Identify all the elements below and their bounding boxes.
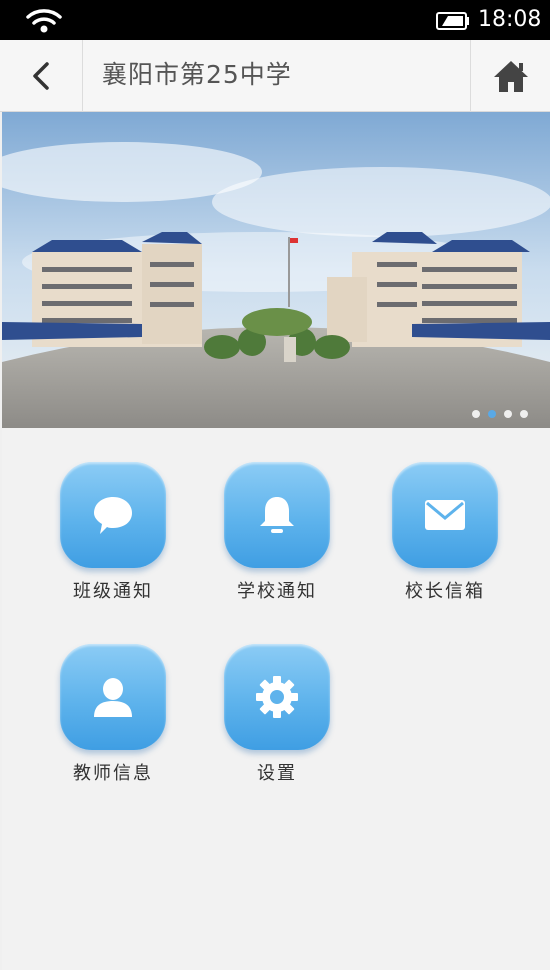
menu-item-teacher-info[interactable]: 教师信息: [43, 644, 183, 786]
menu-item-principal-mailbox[interactable]: 校长信箱: [375, 462, 515, 604]
menu-label: 学校通知: [237, 581, 317, 602]
carousel-dot[interactable]: [472, 410, 480, 418]
menu-label: 校长信箱: [405, 581, 485, 602]
home-button[interactable]: [470, 40, 550, 112]
bell-icon: [260, 497, 294, 533]
menu-icon-tile[interactable]: [224, 462, 330, 568]
carousel-dot[interactable]: [520, 410, 528, 418]
home-icon: [493, 61, 528, 92]
chevron-left-icon: [33, 62, 49, 90]
carousel-dot[interactable]: [504, 410, 512, 418]
menu-icon-tile[interactable]: [224, 644, 330, 750]
menu-grid: 班级通知 学校通知 校长信箱 教师信息 设置: [2, 428, 550, 970]
banner-carousel[interactable]: [2, 112, 550, 428]
menu-label: 设置: [257, 763, 297, 784]
gear-icon: [256, 676, 298, 718]
menu-item-class-notice[interactable]: 班级通知: [43, 462, 183, 604]
back-button[interactable]: [0, 40, 83, 112]
menu-icon-tile[interactable]: [392, 462, 498, 568]
menu-icon-tile[interactable]: [60, 462, 166, 568]
menu-item-school-notice[interactable]: 学校通知: [207, 462, 347, 604]
app-header: 襄阳市第25中学: [0, 40, 550, 112]
person-icon: [94, 678, 132, 717]
menu-icon-tile[interactable]: [60, 644, 166, 750]
battery-icon: [436, 12, 469, 30]
menu-label: 教师信息: [73, 763, 153, 784]
wifi-icon: [26, 9, 62, 33]
menu-label: 班级通知: [73, 581, 153, 602]
carousel-indicators: [472, 410, 528, 418]
school-campus-photo: [2, 112, 550, 428]
page-title: 襄阳市第25中学: [102, 60, 292, 89]
status-time: 18:08: [478, 7, 542, 32]
status-bar: 18:08: [0, 0, 550, 40]
carousel-dot-active[interactable]: [488, 410, 496, 418]
envelope-icon: [425, 500, 465, 530]
chat-bubble-icon: [94, 497, 132, 534]
menu-item-settings[interactable]: 设置: [207, 644, 347, 786]
